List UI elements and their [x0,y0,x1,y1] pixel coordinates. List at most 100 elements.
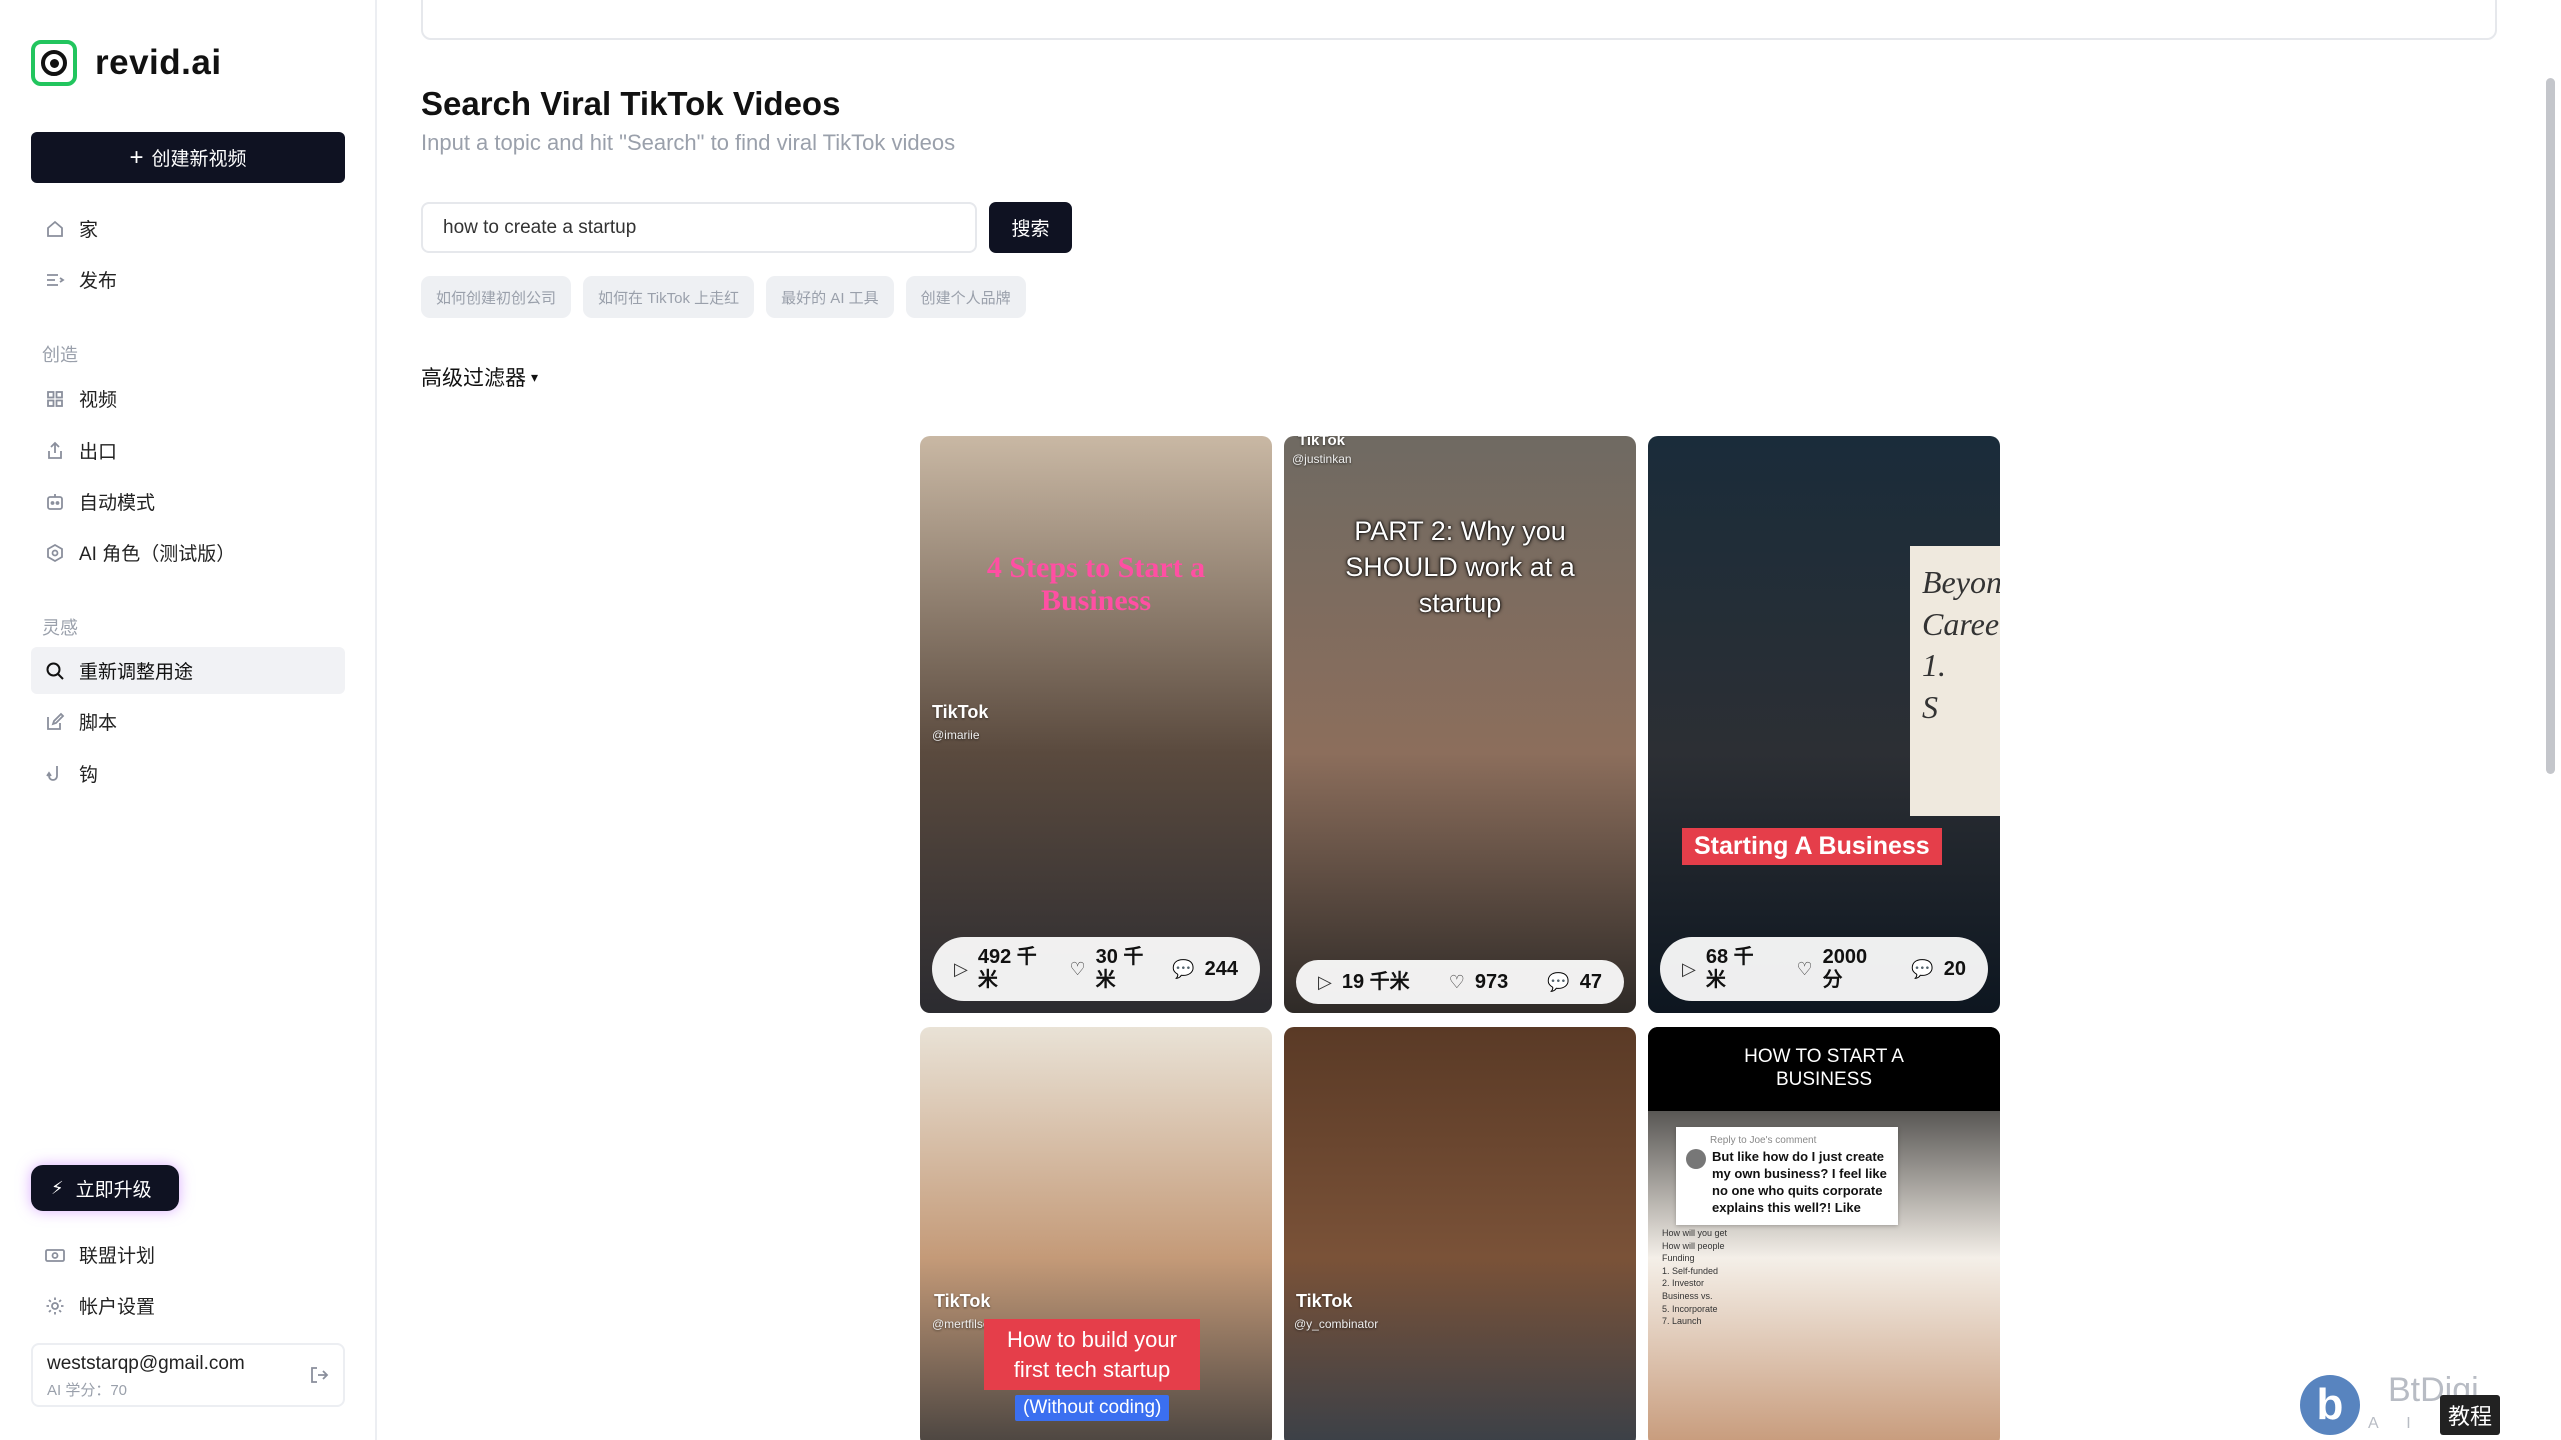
heart-icon: ♡ [1796,958,1813,979]
tiktok-handle: @justinkan [1292,452,1352,466]
note-line: Business vs. [1662,1290,1713,1301]
sidebar-item-label: 出口 [79,442,118,463]
page-title: Search Viral TikTok Videos [421,85,841,122]
views-value: 492 千米 [977,946,1037,991]
lightning-icon: ⚡ [51,1177,64,1198]
note-line: 1. Self-funded [1662,1265,1719,1276]
section-label-create: 创造 [42,345,78,365]
flipchart: Beyon Career 1. S [1910,546,2000,816]
views-stat: ▷ 492 千米 [954,946,1048,992]
top-card [421,0,2497,40]
home-icon [44,218,66,240]
page-subtitle: Input a topic and hit "Search" to find v… [421,130,956,155]
heart-icon: ♡ [1448,971,1465,992]
comments-stat: 💬 244 [1172,958,1238,981]
sidebar-item-repurpose[interactable]: 重新调整用途 [31,647,345,694]
suggestion-chip[interactable]: 最好的 AI 工具 [766,276,894,318]
comment-bubble: Reply to Joe's comment But like how do I… [1676,1127,1898,1225]
likes-value: 2000 分 [1822,946,1868,991]
note-line: 7. Launch [1662,1316,1702,1327]
account-credits: AI 学分：70 [47,1382,128,1399]
sidebar-item-ai-character[interactable]: AI 角色（测试版） [31,529,345,576]
comment-icon: 💬 [1547,971,1570,992]
advanced-filter-label: 高级过滤器 [421,367,526,390]
export-icon [44,440,66,462]
sidebar-item-export[interactable]: 出口 [31,427,345,474]
sidebar: revid.ai + 创建新视频 家 发布 创造 视频 出口 自动模式 AI 角… [0,0,377,1440]
note-line: 5. Incorporate [1662,1303,1718,1314]
play-icon: ▷ [1318,971,1332,992]
comment-icon: 💬 [1172,958,1195,979]
sidebar-item-label: 重新调整用途 [79,662,194,683]
sidebar-item-label: 脚本 [79,713,118,734]
sidebar-item-label: 视频 [79,390,118,411]
sidebar-item-label: 钩 [79,765,99,786]
video-caption: How to build your first tech startup [984,1319,1200,1391]
suggestion-chip[interactable]: 创建个人品牌 [905,276,1026,318]
likes-value: 973 [1474,970,1509,993]
video-stats: ▷ 19 千米 ♡ 973 💬 47 [1296,960,1624,1004]
views-stat: ▷ 68 千米 [1682,946,1768,992]
sidebar-item-home[interactable]: 家 [31,205,345,252]
suggestion-chips: 如何创建初创公司 如何在 TikTok 上走红 最好的 AI 工具 创建个人品牌 [421,276,1026,318]
account-card[interactable]: weststarqp@gmail.com AI 学分：70 [31,1343,345,1407]
tiktok-handle: @imariie [932,728,980,742]
search-button[interactable]: 搜索 [989,202,1072,253]
grid-icon [44,388,66,410]
search-icon [44,660,66,682]
sidebar-item-label: 帐户设置 [79,1297,156,1318]
note-line: 2. Investor [1662,1278,1705,1289]
create-new-video-button[interactable]: + 创建新视频 [31,132,345,183]
tiktok-tag: TikTok [1298,436,1345,449]
sidebar-item-auto-mode[interactable]: 自动模式 [31,478,345,525]
comments-stat: 💬 20 [1911,958,1966,981]
sidebar-item-account-settings[interactable]: 帐户设置 [31,1282,345,1329]
video-card[interactable]: 4 Steps to Start a Business TikTok @imar… [920,436,1272,1013]
video-card[interactable]: TikTok @mertfilser How to build your fir… [920,1027,1272,1440]
sidebar-item-label: 联盟计划 [79,1246,156,1267]
advanced-filter-toggle[interactable]: 高级过滤器 ▾ [421,362,538,392]
tiktok-tag: TikTok [1296,1291,1353,1311]
upgrade-button[interactable]: ⚡ 立即升级 [31,1165,179,1211]
video-card[interactable]: TikTok @justinkan PART 2: Why you SHOULD… [1284,436,1636,1013]
views-stat: ▷ 19 千米 [1318,971,1410,994]
likes-stat: ♡ 2000 分 [1797,946,1883,992]
chevron-down-icon: ▾ [531,368,539,385]
comments-value: 244 [1204,957,1238,980]
tiktok-tag: TikTok [932,702,989,722]
likes-stat: ♡ 30 千米 [1069,946,1150,992]
section-label-inspiration: 灵感 [42,618,78,638]
suggestion-chip[interactable]: 如何创建初创公司 [421,276,572,318]
note-line: How will people [1662,1240,1725,1251]
sidebar-item-label: AI 角色（测试版） [79,544,236,565]
suggestion-chip[interactable]: 如何在 TikTok 上走红 [583,276,755,318]
video-header: HOW TO START A BUSINESS [1648,1027,2000,1111]
video-stats: ▷ 492 千米 ♡ 30 千米 💬 244 [932,937,1260,1001]
video-subcaption: (Without coding) [1015,1395,1170,1421]
scrollbar[interactable] [2546,78,2555,774]
sidebar-item-script[interactable]: 脚本 [31,698,345,745]
sidebar-item-label: 自动模式 [79,493,156,514]
video-card[interactable]: Beyon Career 1. S Starting A Business ▷ 6… [1648,436,2000,1013]
play-icon: ▷ [1682,958,1696,979]
sidebar-item-hook[interactable]: 钩 [31,750,345,797]
sidebar-item-label: 发布 [79,271,118,292]
video-caption: 4 Steps to Start a Business [986,551,1206,617]
sidebar-item-affiliate[interactable]: 联盟计划 [31,1231,345,1278]
views-value: 68 千米 [1705,946,1754,991]
hook-icon [44,763,66,785]
sidebar-item-publish[interactable]: 发布 [31,256,345,303]
publish-icon [44,269,66,291]
video-card[interactable]: HOW TO START A BUSINESS Reply to Joe's c… [1648,1027,2000,1440]
comments-value: 20 [1943,957,1966,980]
video-caption: PART 2: Why you SHOULD work at a startup [1345,516,1575,618]
views-value: 19 千米 [1341,970,1410,993]
sidebar-item-videos[interactable]: 视频 [31,375,345,422]
tiktok-handle: @y_combinator [1294,1317,1379,1331]
search-input[interactable] [421,202,977,253]
tiktok-tag: TikTok [934,1291,991,1311]
note-line: Funding [1662,1253,1695,1264]
logo[interactable]: revid.ai [31,40,222,86]
video-card[interactable]: TikTok @y_combinator [1284,1027,1636,1440]
logout-icon[interactable] [309,1365,329,1390]
